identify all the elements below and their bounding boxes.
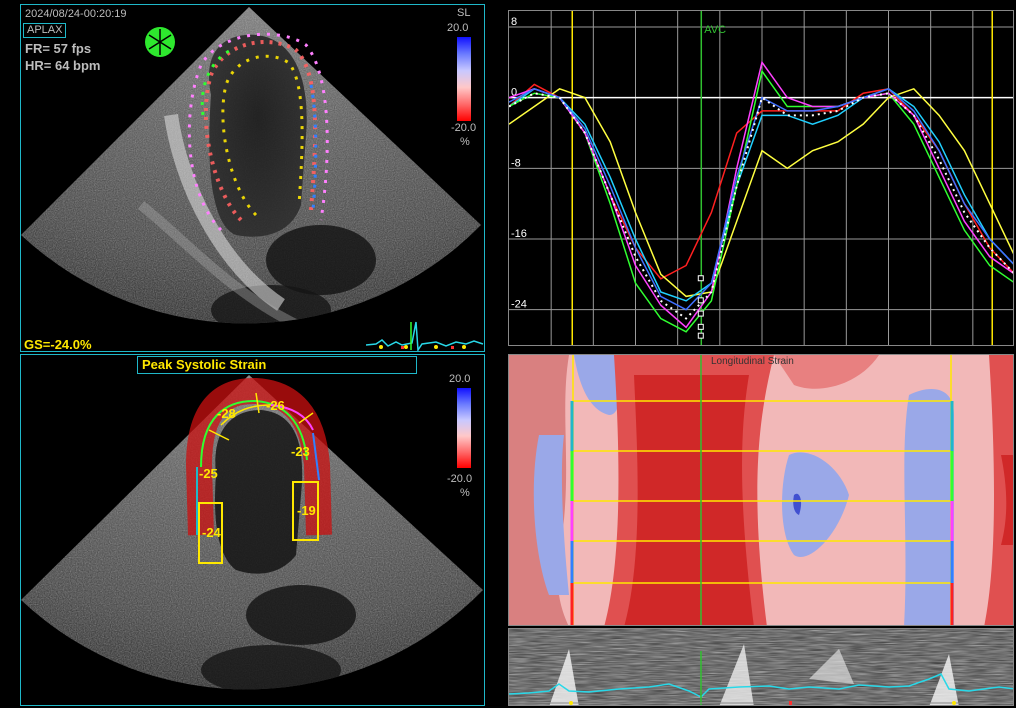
peak-marker — [697, 297, 704, 304]
mmode-strain-panel[interactable]: Longitudinal Strain — [508, 354, 1014, 626]
anatomical-mmode-panel[interactable] — [508, 628, 1014, 706]
peak-marker — [697, 332, 704, 339]
panel-title: Peak Systolic Strain — [137, 356, 417, 374]
peak-marker — [697, 323, 704, 330]
scale-unit: % — [460, 487, 470, 499]
mmode-strain-map — [509, 355, 1013, 625]
peak-strain-panel[interactable]: Peak Systolic Strain 20.0 -20.0 % -28 -2… — [20, 354, 485, 706]
scale-max: 20.0 — [449, 373, 471, 385]
strain-curves-chart: 80-8-16-24AVC — [509, 11, 1013, 345]
scale-min: -20.0 — [447, 473, 473, 485]
strain-color-bar — [457, 388, 471, 468]
segment-value-apical-lateral: -26 — [266, 398, 285, 413]
strain-curves-panel[interactable]: 8 0 -8 -16 -24 AVC — [508, 10, 1014, 346]
y-tick-label: -24 — [511, 299, 527, 311]
ecg-trace — [366, 321, 484, 351]
bullseye-sector-image — [21, 375, 483, 690]
scale-title: SL — [457, 7, 471, 19]
y-tick-label: -8 — [511, 157, 521, 169]
timestamp: 2024/08/24-00:20:19 — [25, 8, 127, 20]
global-strain: GS=-24.0% — [24, 337, 92, 352]
frame-rate: FR= 57 fps — [25, 41, 92, 56]
segment-value-basal-lateral: -19 — [297, 503, 316, 518]
view-label: APLAX — [23, 23, 67, 38]
echo-tracking-panel[interactable]: 2024/08/24-00:20:19 APLAX FR= 57 fps HR=… — [20, 4, 485, 352]
peak-marker — [697, 310, 704, 317]
y-tick-label: -16 — [511, 228, 527, 240]
strain-color-bar — [457, 37, 471, 121]
heart-rate: HR= 64 bpm — [25, 58, 101, 73]
anatomical-mmode-image — [509, 629, 1013, 705]
segment-value-basal-septal-apical: -28 — [217, 406, 236, 421]
y-tick-label: 8 — [511, 16, 517, 28]
peak-marker — [697, 275, 704, 282]
scale-min: -20.0 — [451, 122, 477, 134]
scale-unit: % — [460, 136, 470, 148]
scale-max: 20.0 — [447, 22, 469, 34]
mmode-title: Longitudinal Strain — [711, 356, 794, 367]
tracking-quality-icon — [145, 27, 175, 57]
segment-value-mid-septal: -25 — [199, 466, 218, 481]
segment-value-basal-septal: -24 — [202, 525, 221, 540]
avc-marker-label: AVC — [704, 24, 726, 36]
segment-value-mid-lateral: -23 — [291, 444, 310, 459]
